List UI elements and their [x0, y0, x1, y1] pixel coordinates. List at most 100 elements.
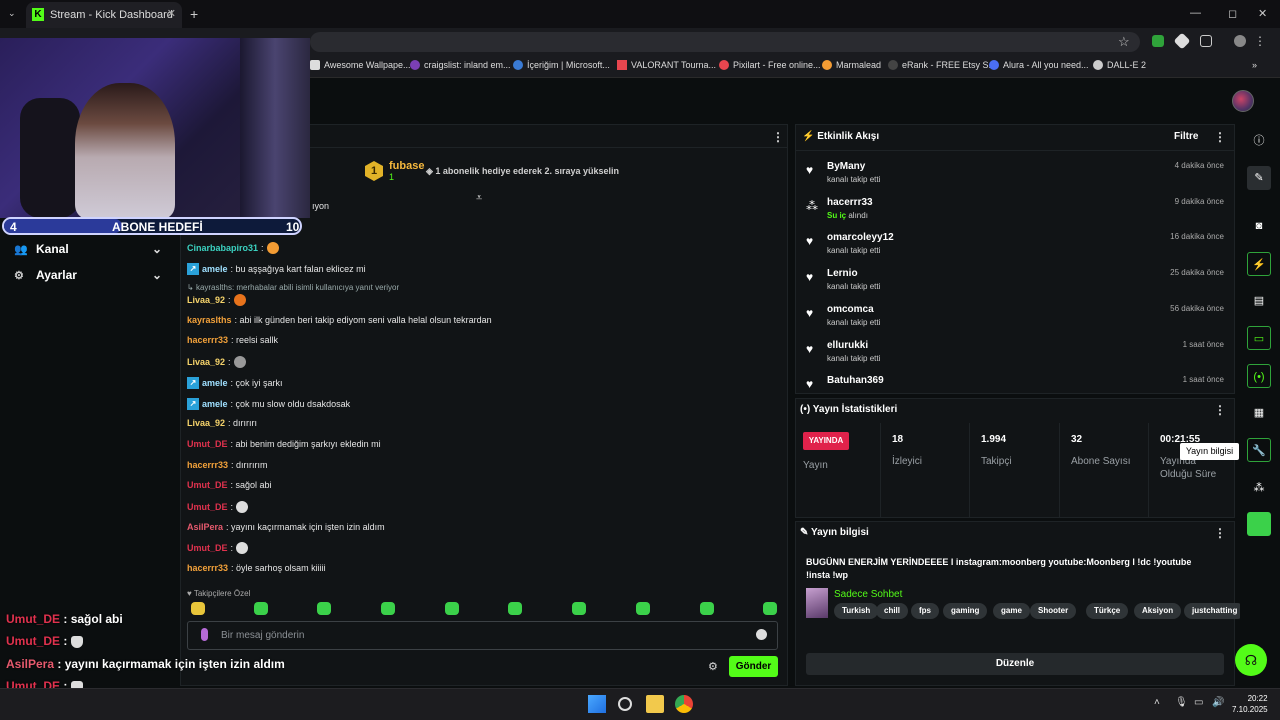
chat-username[interactable]: Umut_DE — [187, 502, 228, 512]
activity-user[interactable]: omcomca — [827, 304, 874, 315]
chat-menu-icon[interactable]: ⋮ — [772, 130, 784, 144]
bookmark-item[interactable]: Marmalead — [822, 60, 881, 70]
emote-button[interactable] — [445, 602, 459, 615]
bookmark-item[interactable]: İçeriğim | Microsoft... — [513, 60, 610, 70]
chat-username[interactable]: Livaa_92 — [187, 295, 225, 305]
chat-username[interactable]: Umut_DE — [187, 543, 228, 553]
support-button[interactable]: ☊ — [1235, 644, 1267, 676]
rewards-icon[interactable]: ⁂ — [1247, 476, 1271, 500]
tag-chip[interactable]: Türkçe — [1086, 603, 1129, 619]
emote-button[interactable] — [763, 602, 777, 615]
chat-username[interactable]: hacerrr33 — [187, 563, 228, 573]
profile-icon[interactable] — [1234, 35, 1246, 47]
activity-user[interactable]: hacerrr33 — [827, 197, 873, 208]
wrench-icon[interactable]: 🔧 — [1247, 438, 1271, 462]
app-icon[interactable] — [1247, 512, 1271, 536]
emote-button[interactable] — [572, 602, 586, 615]
bookmark-item[interactable]: VALORANT Tourna... — [617, 60, 716, 70]
new-tab-button[interactable]: + — [190, 6, 198, 22]
sidebar-item-kanal[interactable]: 👥 Kanal ⌄ — [14, 242, 162, 256]
emote-button[interactable] — [191, 602, 205, 615]
tag-chip[interactable]: gaming — [943, 603, 988, 619]
edit-button[interactable]: Düzenle — [806, 653, 1224, 675]
emote-button[interactable] — [381, 602, 395, 615]
tag-chip[interactable]: justchatting — [1184, 603, 1246, 619]
file-explorer-icon[interactable] — [646, 695, 664, 713]
volume-icon[interactable]: 🔊 — [1212, 697, 1224, 708]
chat-settings-icon[interactable]: ⚙ — [708, 660, 718, 673]
bookmark-item[interactable]: eRank - FREE Etsy S... — [888, 60, 996, 70]
category-name[interactable]: Sadece Sohbet — [834, 589, 902, 600]
bookmark-star-icon[interactable]: ☆ — [1118, 34, 1130, 50]
tag-chip[interactable]: fps — [911, 603, 939, 619]
bookmark-item[interactable]: Alura - All you need... — [989, 60, 1089, 70]
minimize-icon[interactable]: — — [1190, 7, 1201, 19]
bookmark-item[interactable]: Pixilart - Free online... — [719, 60, 821, 70]
layout-icon[interactable]: ▦ — [1247, 401, 1271, 425]
chat-username[interactable]: Umut_DE — [187, 439, 228, 449]
activity-bolt-icon[interactable]: ⚡ — [1247, 252, 1271, 276]
user-avatar[interactable] — [1232, 90, 1254, 112]
chat-username[interactable]: Cinarbabapiro31 — [187, 243, 258, 253]
document-icon[interactable]: ▤ — [1247, 289, 1271, 313]
activity-user[interactable]: ellurukki — [827, 340, 868, 351]
emote-button[interactable] — [317, 602, 331, 615]
chat-username[interactable]: AsilPera — [187, 522, 223, 532]
maximize-icon[interactable]: ◻ — [1228, 7, 1237, 20]
browser-menu-icon[interactable]: ⋮ — [1254, 34, 1266, 48]
microphone-icon[interactable] — [201, 628, 208, 641]
tag-chip[interactable]: Aksiyon — [1134, 603, 1182, 619]
chat-bubble-icon[interactable]: ▭ — [1247, 326, 1271, 350]
chat-input[interactable]: Bir mesaj gönderin — [187, 621, 778, 650]
emote-button[interactable] — [254, 602, 268, 615]
chat-username[interactable]: Livaa_92 — [187, 418, 225, 428]
extension-shield-icon[interactable] — [1152, 35, 1164, 47]
bookmark-item[interactable]: Awesome Wallpape... — [310, 60, 411, 70]
windows-start-icon[interactable] — [588, 695, 606, 713]
activity-user[interactable]: Batuhan369 — [827, 375, 884, 386]
tag-chip[interactable]: chill — [876, 603, 909, 619]
tray-chevron-icon[interactable]: ˄ — [1154, 697, 1160, 708]
chat-username[interactable]: Umut_DE — [187, 480, 228, 490]
activity-user[interactable]: omarcoleyy12 — [827, 232, 894, 243]
chat-username[interactable]: amele — [202, 264, 228, 274]
activity-user[interactable]: ByMany — [827, 161, 865, 172]
camera-icon[interactable]: ◙ — [1247, 214, 1271, 238]
chrome-icon[interactable] — [675, 695, 693, 713]
emote-button[interactable] — [636, 602, 650, 615]
activity-menu-icon[interactable]: ⋮ — [1214, 130, 1226, 144]
more-bookmarks-icon[interactable]: » — [1252, 60, 1257, 70]
browser-tab[interactable]: K Stream - Kick Dashboard ✕ — [26, 2, 182, 28]
tag-chip[interactable]: Turkish — [834, 603, 879, 619]
info-menu-icon[interactable]: ⋮ — [1214, 526, 1226, 540]
bookmark-item[interactable]: DALL-E 2 — [1093, 60, 1146, 70]
sidebar-item-ayarlar[interactable]: ⚙ Ayarlar ⌄ — [14, 268, 162, 282]
tag-chip[interactable]: game — [993, 603, 1030, 619]
address-bar[interactable] — [310, 32, 1140, 52]
tab-list-chevron-icon[interactable]: ⌄ — [8, 8, 16, 19]
tag-chip[interactable]: Shooter — [1030, 603, 1077, 619]
network-icon[interactable]: ▭ — [1194, 697, 1203, 708]
chat-username[interactable]: Livaa_92 — [187, 357, 225, 367]
chat-username[interactable]: kayraslths — [187, 315, 232, 325]
close-window-icon[interactable]: ✕ — [1258, 7, 1267, 20]
bookmark-item[interactable]: craigslist: inland em... — [410, 60, 511, 70]
chat-username[interactable]: hacerrr33 — [187, 335, 228, 345]
chat-username[interactable]: hacerrr33 — [187, 460, 228, 470]
edit-pencil-icon[interactable]: ✎ — [1247, 166, 1271, 190]
search-icon[interactable] — [618, 697, 632, 711]
emoji-picker-icon[interactable] — [756, 629, 767, 640]
info-icon[interactable]: ⓘ — [1247, 129, 1271, 153]
activity-user[interactable]: Lernio — [827, 268, 858, 279]
microphone-tray-icon[interactable]: 🎙 — [1175, 697, 1188, 708]
emote-button[interactable] — [700, 602, 714, 615]
close-tab-icon[interactable]: ✕ — [167, 7, 176, 20]
emote-button[interactable] — [508, 602, 522, 615]
filter-button[interactable]: Filtre — [1174, 131, 1198, 142]
send-button[interactable]: Gönder — [729, 656, 778, 677]
chat-username[interactable]: amele — [202, 378, 228, 388]
chat-username[interactable]: amele — [202, 399, 228, 409]
stats-menu-icon[interactable]: ⋮ — [1214, 403, 1226, 417]
top-gifter[interactable]: 1 fubase 1 — [365, 160, 424, 182]
broadcast-icon[interactable]: (•) — [1247, 364, 1271, 388]
